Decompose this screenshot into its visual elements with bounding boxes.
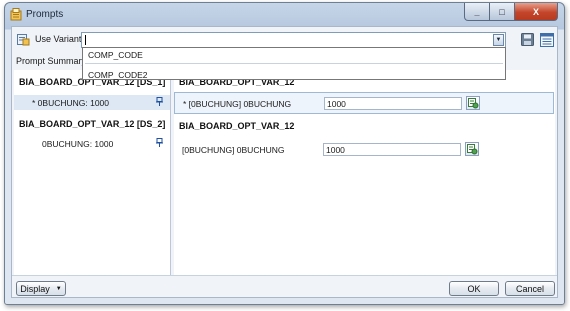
footer-divider bbox=[12, 275, 557, 276]
prompts-window: Prompts _ □ X Use Variant ▼ COMP_CODE CO… bbox=[4, 2, 565, 305]
title-bar[interactable]: Prompts _ □ X bbox=[5, 3, 564, 26]
pin-icon[interactable] bbox=[156, 138, 163, 149]
window-controls: _ □ X bbox=[464, 3, 558, 21]
prompt-row[interactable]: [0BUCHUNG] 0BUCHUNG 1000 bbox=[174, 136, 554, 158]
use-variant-label: Use Variant bbox=[35, 34, 82, 44]
close-icon: X bbox=[532, 6, 539, 17]
summary-item[interactable]: 0BUCHUNG: 1000 bbox=[14, 136, 170, 151]
variant-option[interactable]: COMP_CODE bbox=[88, 50, 143, 60]
summary-group-title: BIA_BOARD_OPT_VAR_12 [DS_2] bbox=[19, 119, 166, 129]
variant-option[interactable]: COMP_CODE2 bbox=[88, 70, 148, 80]
value-help-button[interactable] bbox=[466, 96, 480, 110]
save-variant-button[interactable] bbox=[520, 32, 535, 47]
chevron-down-icon: ▼ bbox=[55, 285, 62, 292]
prompt-details-panel: BIA_BOARD_OPT_VAR_12 * [0BUCHUNG] 0BUCHU… bbox=[174, 70, 555, 275]
prompt-label: * [0BUCHUNG] 0BUCHUNG bbox=[183, 99, 292, 109]
minimize-icon: _ bbox=[474, 6, 480, 17]
dialog-body: Use Variant ▼ COMP_CODE COMP_CODE2 Promp… bbox=[11, 26, 558, 298]
prompts-app-icon bbox=[10, 8, 22, 21]
manage-variants-button[interactable] bbox=[539, 32, 554, 47]
ok-button-label: OK bbox=[467, 283, 481, 294]
maximize-button[interactable]: □ bbox=[490, 3, 515, 21]
value-help-icon bbox=[466, 143, 477, 154]
summary-item[interactable]: * 0BUCHUNG: 1000 bbox=[14, 95, 170, 110]
pin-icon[interactable] bbox=[156, 97, 163, 108]
dropdown-separator bbox=[85, 63, 503, 64]
display-button-label: Display bbox=[20, 283, 50, 294]
variant-icon bbox=[17, 33, 30, 46]
text-cursor bbox=[85, 35, 86, 45]
cancel-button-label: Cancel bbox=[515, 283, 544, 294]
variant-combo[interactable]: ▼ bbox=[81, 32, 506, 48]
manage-variants-icon bbox=[539, 32, 554, 47]
save-icon bbox=[521, 33, 534, 46]
prompt-row[interactable]: * [0BUCHUNG] 0BUCHUNG 1000 bbox=[174, 92, 554, 114]
ok-button[interactable]: OK bbox=[449, 281, 499, 296]
details-group-title: BIA_BOARD_OPT_VAR_12 bbox=[179, 121, 295, 131]
maximize-icon: □ bbox=[499, 6, 505, 17]
window-title: Prompts bbox=[26, 9, 64, 20]
close-button[interactable]: X bbox=[515, 3, 558, 21]
value-help-icon bbox=[467, 97, 478, 108]
value-help-button[interactable] bbox=[465, 142, 479, 156]
prompt-summary-panel: BIA_BOARD_OPT_VAR_12 [DS_1] * 0BUCHUNG: … bbox=[14, 70, 171, 275]
prompt-value-input[interactable]: 1000 bbox=[324, 97, 462, 110]
summary-item-label: 0BUCHUNG: 1000 bbox=[42, 139, 114, 149]
minimize-button[interactable]: _ bbox=[464, 3, 490, 21]
prompt-value-input[interactable]: 1000 bbox=[323, 143, 461, 156]
prompt-label: [0BUCHUNG] 0BUCHUNG bbox=[182, 145, 285, 155]
summary-item-label: * 0BUCHUNG: 1000 bbox=[32, 98, 110, 108]
display-menu-button[interactable]: Display ▼ bbox=[16, 281, 66, 296]
cancel-button[interactable]: Cancel bbox=[505, 281, 555, 296]
chevron-down-icon[interactable]: ▼ bbox=[493, 34, 504, 46]
prompt-summary-label: Prompt Summary bbox=[16, 56, 87, 66]
variant-dropdown-list: COMP_CODE COMP_CODE2 bbox=[82, 47, 506, 80]
